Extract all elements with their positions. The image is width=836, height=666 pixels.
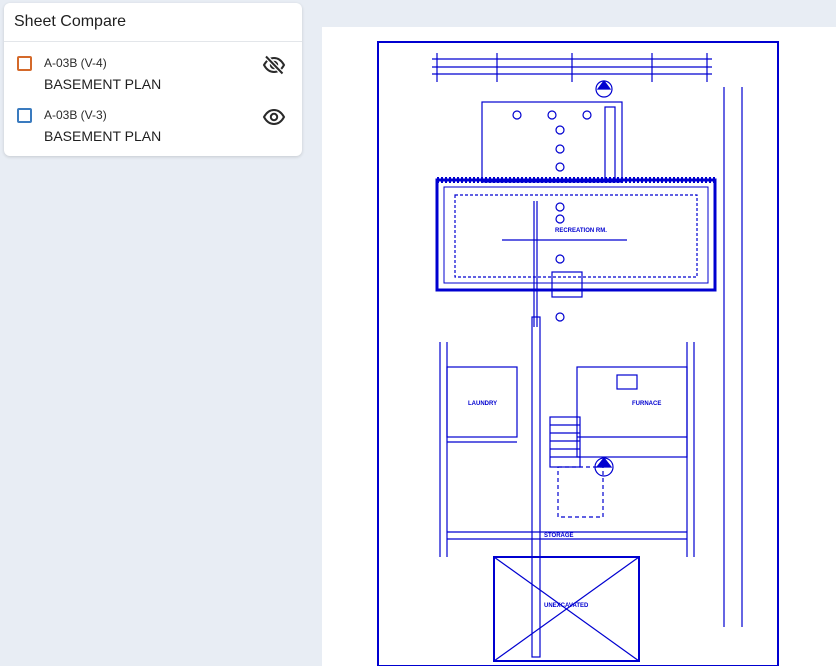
sheet-name-label: BASEMENT PLAN (44, 76, 162, 92)
sheet-checkbox-v4[interactable] (17, 56, 32, 71)
sheet-version-label: A-03B (V-3) (44, 108, 107, 122)
room-label-recreation: RECREATION RM. (555, 228, 607, 234)
sheet-row-v3[interactable]: A-03B (V-3) BASEMENT PLAN (4, 105, 302, 149)
sheet-row-v4[interactable]: A-03B (V-4) BASEMENT PLAN (4, 53, 302, 97)
eye-off-icon[interactable] (262, 53, 286, 77)
sheet-checkbox-v3[interactable] (17, 108, 32, 123)
sheet-compare-panel: Sheet Compare A-03B (V-4) BASEMENT PLAN … (4, 3, 302, 156)
room-label-storage: STORAGE (544, 533, 574, 539)
room-label-laundry: LAUNDRY (468, 401, 497, 407)
blueprint-drawing: RECREATION RM. LAUNDRY FURNACE STORAGE U… (377, 41, 779, 666)
sheet-viewer[interactable]: RECREATION RM. LAUNDRY FURNACE STORAGE U… (322, 27, 836, 666)
sheet-version-label: A-03B (V-4) (44, 56, 107, 70)
sheet-name-label: BASEMENT PLAN (44, 128, 162, 144)
room-label-unexcavated: UNEXCAVATED (544, 603, 589, 609)
room-label-furnace: FURNACE (632, 401, 661, 407)
eye-icon[interactable] (262, 105, 286, 129)
panel-title: Sheet Compare (4, 3, 302, 42)
